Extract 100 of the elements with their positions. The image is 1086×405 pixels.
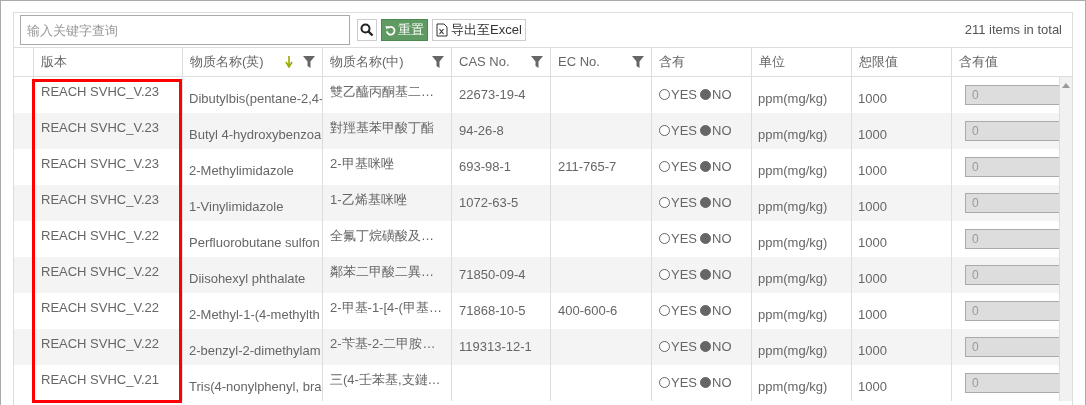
- column-header[interactable]: 恕限值: [851, 48, 951, 77]
- column-header[interactable]: 版本: [33, 48, 182, 77]
- header-label: 物质名称(中): [330, 54, 404, 70]
- radio-option[interactable]: NO: [700, 339, 732, 355]
- radio-icon[interactable]: [700, 377, 711, 388]
- unit-text: ppm(mg/kg): [758, 271, 828, 287]
- header-label: 含有: [659, 54, 685, 70]
- chinese-name-text: 三(4-壬苯基,支鏈…: [330, 372, 441, 388]
- column-header[interactable]: 物质名称(英): [182, 48, 322, 77]
- radio-option[interactable]: NO: [700, 375, 732, 391]
- export-button[interactable]: 导出至Excel: [432, 19, 526, 41]
- column-header[interactable]: 单位: [751, 48, 851, 77]
- threshold-text: 1000: [858, 91, 887, 107]
- english-name-text: 2-Methyl-1-(4-methylth: [189, 307, 320, 323]
- sort-down-arrow-icon[interactable]: [285, 56, 293, 68]
- chinese-name-text: 1-乙烯基咪唑: [330, 192, 407, 208]
- column-header[interactable]: CAS No.: [451, 48, 550, 77]
- radio-option[interactable]: NO: [700, 267, 732, 283]
- table-row[interactable]: REACH SVHC_V.22 Diisohexyl phthalate 鄰苯二甲酸二異… 71850-09-4 YES NO ppm(mg/kg) 1000 0: [14, 257, 1059, 293]
- header-label: EC No.: [558, 54, 600, 70]
- filter-icon[interactable]: [632, 56, 644, 68]
- version-text: REACH SVHC_V.22: [41, 300, 159, 316]
- threshold-text: 1000: [858, 199, 887, 215]
- version-text: REACH SVHC_V.22: [41, 264, 159, 280]
- scrollbar[interactable]: [1059, 77, 1072, 401]
- radio-icon[interactable]: [700, 233, 711, 244]
- unit-text: ppm(mg/kg): [758, 307, 828, 323]
- table-row[interactable]: REACH SVHC_V.23 1-Vinylimidazole 1-乙烯基咪唑 1072-63-5 YES NO ppm(mg/kg) 1000 0: [14, 185, 1059, 221]
- radio-option[interactable]: YES: [659, 267, 697, 283]
- radio-icon[interactable]: [700, 269, 711, 280]
- radio-option[interactable]: NO: [700, 303, 732, 319]
- cas-number-text: 22673-19-4: [459, 87, 526, 103]
- unit-text: ppm(mg/kg): [758, 91, 828, 107]
- radio-option[interactable]: NO: [700, 231, 732, 247]
- threshold-text: 1000: [858, 163, 887, 179]
- unit-text: ppm(mg/kg): [758, 199, 828, 215]
- ec-number-text: 211-765-7: [558, 159, 617, 175]
- radio-icon[interactable]: [700, 305, 711, 316]
- radio-option[interactable]: YES: [659, 339, 697, 355]
- search-field[interactable]: 输入关键字查询: [20, 15, 350, 45]
- reset-button[interactable]: 重置: [381, 19, 428, 41]
- column-header[interactable]: 含有值: [951, 48, 1059, 77]
- version-text: REACH SVHC_V.22: [41, 336, 159, 352]
- item-total: 211 items in total: [964, 22, 1063, 38]
- radio-option[interactable]: NO: [700, 87, 732, 103]
- table-row[interactable]: REACH SVHC_V.23 Butyl 4-hydroxybenzoa 對羥基苯甲酸丁酯 94-26-8 YES NO ppm(mg/kg) 1000 0: [14, 113, 1059, 149]
- table-row[interactable]: REACH SVHC_V.21 Tris(4-nonylphenyl, bra 三(4-壬苯基,支鏈… YES NO ppm(mg/kg) 1000 0: [14, 365, 1059, 401]
- version-text: REACH SVHC_V.22: [41, 228, 159, 244]
- radio-icon[interactable]: [700, 125, 711, 136]
- radio-icon[interactable]: [700, 89, 711, 100]
- table-row[interactable]: REACH SVHC_V.22 2-benzyl-2-dimethylam 2-苄基-2-二甲胺… 119313-12-1 YES NO ppm(mg/kg) 1000 0: [14, 329, 1059, 365]
- radio-option[interactable]: YES: [659, 159, 697, 175]
- radio-icon[interactable]: [700, 161, 711, 172]
- threshold-text: 1000: [858, 127, 887, 143]
- chinese-name-text: 2-苄基-2-二甲胺…: [330, 336, 436, 352]
- search-button[interactable]: [357, 19, 377, 41]
- radio-icon[interactable]: [659, 233, 670, 244]
- radio-icon[interactable]: [700, 341, 711, 352]
- unit-text: ppm(mg/kg): [758, 235, 828, 251]
- english-name-text: Butyl 4-hydroxybenzoa: [189, 127, 322, 143]
- filter-icon[interactable]: [303, 56, 315, 68]
- english-name-text: 1-Vinylimidazole: [189, 199, 284, 215]
- radio-option[interactable]: YES: [659, 231, 697, 247]
- filter-icon[interactable]: [432, 56, 444, 68]
- cas-number-text: 71850-09-4: [459, 267, 526, 283]
- filter-icon[interactable]: [531, 56, 543, 68]
- version-text: REACH SVHC_V.21: [41, 372, 159, 388]
- column-header[interactable]: EC No.: [550, 48, 651, 77]
- radio-icon[interactable]: [659, 341, 670, 352]
- radio-option[interactable]: YES: [659, 123, 697, 139]
- threshold-text: 1000: [858, 343, 887, 359]
- header-label: 物质名称(英): [190, 54, 264, 70]
- cas-number-text: 71868-10-5: [459, 303, 526, 319]
- radio-icon[interactable]: [659, 269, 670, 280]
- radio-option[interactable]: NO: [700, 123, 732, 139]
- refresh-icon: [385, 24, 396, 36]
- chinese-name-text: 2-甲基咪唑: [330, 156, 394, 172]
- radio-icon[interactable]: [700, 197, 711, 208]
- radio-icon[interactable]: [659, 161, 670, 172]
- radio-option[interactable]: YES: [659, 87, 697, 103]
- radio-option[interactable]: YES: [659, 375, 697, 391]
- column-header[interactable]: 含有: [651, 48, 751, 77]
- radio-icon[interactable]: [659, 305, 670, 316]
- radio-icon[interactable]: [659, 125, 670, 136]
- radio-option[interactable]: YES: [659, 303, 697, 319]
- cas-number-text: 1072-63-5: [459, 195, 519, 211]
- column-header[interactable]: 物质名称(中): [322, 48, 451, 77]
- radio-icon[interactable]: [659, 89, 670, 100]
- english-name-text: Diisohexyl phthalate: [189, 271, 306, 287]
- threshold-text: 1000: [858, 379, 887, 395]
- english-name-text: Dibutylbis(pentane-2,4-: [189, 91, 324, 107]
- chinese-name-text: 雙乙醯丙酮基二…: [330, 84, 434, 100]
- radio-icon[interactable]: [659, 197, 670, 208]
- radio-option[interactable]: NO: [700, 195, 732, 211]
- radio-option[interactable]: YES: [659, 195, 697, 211]
- ec-number-text: 400-600-6: [558, 303, 618, 319]
- cas-number-text: 94-26-8: [459, 123, 504, 139]
- radio-icon[interactable]: [659, 377, 670, 388]
- radio-option[interactable]: NO: [700, 159, 732, 175]
- threshold-text: 1000: [858, 235, 887, 251]
